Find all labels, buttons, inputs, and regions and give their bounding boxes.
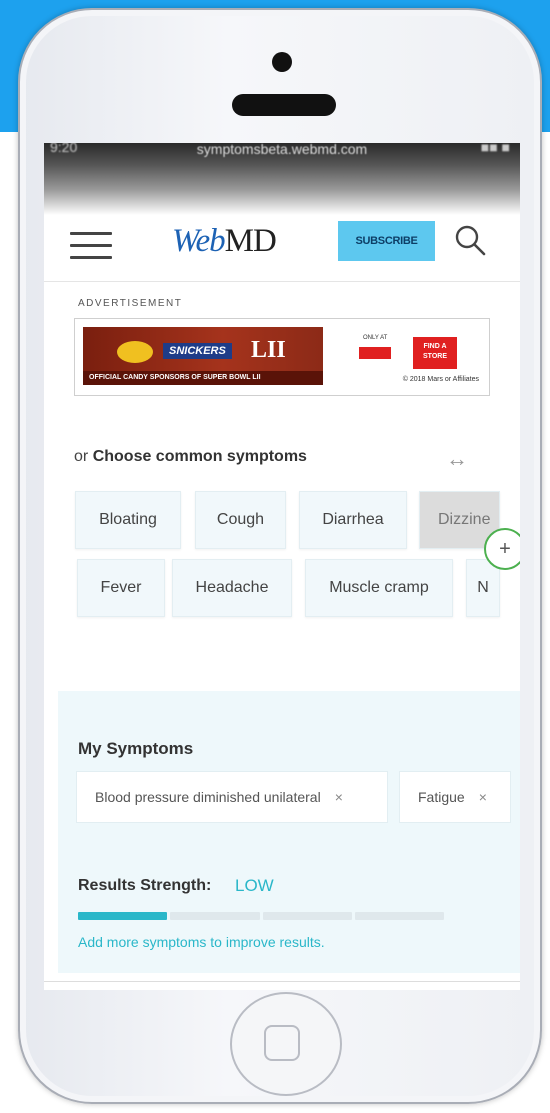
selected-symptom-chip[interactable]: Fatigue × [399,771,511,823]
symptom-chip-diarrhea[interactable]: Diarrhea [299,491,407,549]
ad-brand: SNICKERS [163,343,232,359]
my-symptoms-panel: My Symptoms Blood pressure diminished un… [58,691,520,973]
common-symptoms-title: Choose common symptoms [92,448,307,465]
webmd-logo[interactable]: WebMD [172,221,277,260]
results-strength-value: LOW [235,876,274,895]
subscribe-button[interactable]: SUBSCRIBE [338,221,435,261]
selected-symptom-label: Blood pressure diminished unilateral [95,789,321,805]
symptom-chip-cough[interactable]: Cough [195,491,286,549]
strength-segment [170,912,260,920]
add-symptom-icon[interactable]: + [484,528,520,570]
store-logo-icon [359,347,391,359]
results-strength-label: Results Strength: [78,877,212,894]
strength-segment [262,912,352,920]
ad-event-logo: LII [251,337,286,363]
status-indicators: ■■ ■ [480,143,510,155]
strength-segment [354,912,444,920]
symptom-chip-bloating[interactable]: Bloating [75,491,181,549]
bottom-divider [44,981,520,982]
symptom-chip-fever[interactable]: Fever [77,559,165,617]
my-symptoms-title: My Symptoms [78,739,194,758]
earpiece-speaker [232,94,336,116]
results-hint: Add more symptoms to improve results. [78,934,325,950]
ad-find-store-button[interactable]: FIND A STORE [413,337,457,369]
remove-symptom-icon[interactable]: × [335,789,343,805]
address-bar-url[interactable]: symptomsbeta.webmd.com [44,143,520,157]
header-divider [44,281,520,282]
ad-tagline: OFFICIAL CANDY SPONSORS OF SUPER BOWL LI… [83,371,323,385]
strength-segment [78,912,168,920]
logo-web-text: Web [172,223,226,259]
symptom-chip-headache[interactable]: Headache [172,559,292,617]
phone-screen: 9:20 symptomsbeta.webmd.com ■■ ■ WebMD S… [44,143,520,990]
horizontal-scroll-icon: ↔ [446,446,468,471]
candy-logo-icon [117,341,153,363]
search-icon[interactable] [453,223,487,257]
selected-symptom-chip[interactable]: Blood pressure diminished unilateral × [76,771,388,823]
ad-label: ADVERTISEMENT [78,298,183,309]
browser-status-bar: 9:20 symptomsbeta.webmd.com ■■ ■ [44,143,520,215]
ad-only-at: ONLY AT [363,335,388,341]
home-button-icon [264,1025,300,1061]
results-strength-meter [78,912,444,920]
remove-symptom-icon[interactable]: × [479,789,487,805]
front-camera [272,52,292,72]
ad-banner[interactable]: SNICKERS LII OFFICIAL CANDY SPONSORS OF … [83,327,483,385]
common-symptoms-prefix: or [74,448,89,465]
ad-container[interactable]: SNICKERS LII OFFICIAL CANDY SPONSORS OF … [74,318,490,396]
logo-md-text: MD [224,223,277,259]
ad-copyright: © 2018 Mars or Affiliates [402,376,479,383]
symptom-chip-muscle-cramp[interactable]: Muscle cramp [305,559,453,617]
menu-icon[interactable] [70,232,112,260]
selected-symptom-label: Fatigue [418,789,465,805]
common-symptoms-heading: or Choose common symptoms [74,448,307,466]
